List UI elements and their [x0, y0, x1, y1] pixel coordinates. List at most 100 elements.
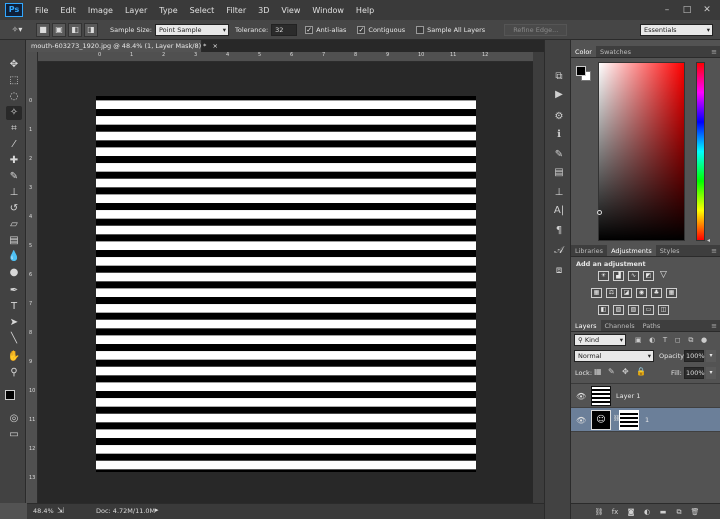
color-foreground-swatch[interactable] [576, 66, 586, 76]
layer-row-layer1[interactable]: 👁 Layer 1 [571, 384, 720, 408]
color-balance-icon[interactable]: ⚖ [606, 288, 617, 298]
dodge-tool-icon[interactable]: ● [6, 266, 22, 280]
close-button[interactable]: ✕ [698, 3, 716, 17]
layer-comps-icon[interactable]: ⧈ [551, 264, 567, 278]
magic-wand-tool-icon[interactable]: ✧ [6, 106, 22, 120]
tab-styles[interactable]: Styles [656, 245, 684, 256]
channel-mixer-icon[interactable]: ♣ [651, 288, 662, 298]
new-selection-button[interactable]: ■ [36, 22, 50, 37]
intersect-selection-button[interactable]: ◨ [84, 22, 98, 37]
add-selection-button[interactable]: ▣ [52, 22, 66, 37]
maximize-button[interactable]: □ [678, 3, 696, 17]
menu-type[interactable]: Type [153, 6, 183, 15]
panel-menu-icon[interactable]: ≡ [711, 245, 720, 256]
filter-shape-icon[interactable]: ◻ [675, 334, 681, 346]
menu-file[interactable]: File [29, 6, 54, 15]
clone-stamp-tool-icon[interactable]: ⊥ [6, 186, 22, 200]
history-panel-icon[interactable]: ⧉ [551, 70, 567, 84]
lock-all-icon[interactable]: 🔒 [636, 367, 646, 376]
marquee-tool-icon[interactable]: ⬚ [6, 74, 22, 88]
visibility-eye-icon[interactable]: 👁 [576, 392, 586, 401]
filter-adjustment-icon[interactable]: ◐ [649, 334, 655, 346]
menu-edit[interactable]: Edit [54, 6, 82, 15]
tab-layers[interactable]: Layers [571, 320, 601, 331]
contiguous-checkbox[interactable]: ✓ [357, 25, 366, 34]
lasso-tool-icon[interactable]: ◌ [6, 90, 22, 104]
hand-tool-icon[interactable]: ✋ [6, 350, 22, 364]
posterize-icon[interactable]: ▨ [613, 305, 624, 315]
menu-filter[interactable]: Filter [220, 6, 252, 15]
vertical-scrollbar[interactable] [533, 52, 544, 503]
status-menu-icon[interactable]: ▸ [155, 506, 159, 514]
brush-panel-icon[interactable]: ▤ [551, 166, 567, 180]
foreground-color-swatch[interactable] [5, 390, 15, 400]
color-spectrum[interactable] [597, 62, 685, 241]
actions-panel-icon[interactable]: ▶ [551, 88, 567, 102]
layer-filter-select[interactable]: ⚲ Kind ▾ [574, 334, 626, 346]
menu-image[interactable]: Image [82, 6, 119, 15]
filter-type-icon[interactable]: T [663, 334, 667, 346]
minimize-button[interactable]: – [658, 3, 676, 17]
opacity-dropdown-icon[interactable]: ▾ [706, 350, 716, 362]
trash-icon[interactable]: 🗑 [689, 507, 701, 517]
lock-pixels-icon[interactable]: ✎ [608, 367, 615, 376]
tab-libraries[interactable]: Libraries [571, 245, 607, 256]
filter-smart-object-icon[interactable]: ⧉ [688, 334, 693, 346]
menu-layer[interactable]: Layer [119, 6, 153, 15]
gradient-map-icon[interactable]: ▭ [643, 305, 654, 315]
blur-tool-icon[interactable]: 💧 [6, 250, 22, 264]
gradient-tool-icon[interactable]: ▤ [6, 234, 22, 248]
screen-mode-icon[interactable]: ▭ [6, 428, 22, 442]
type-tool-icon[interactable]: T [6, 300, 22, 314]
document-tab[interactable]: mouth-603273_1920.jpg @ 48.4% (1, Layer … [27, 40, 218, 52]
layer-name[interactable]: 1 [645, 416, 649, 424]
character-panel-icon[interactable]: A| [551, 204, 567, 218]
sample-size-select[interactable]: Point Sample ▾ [154, 23, 229, 36]
shape-tool-icon[interactable]: ╲ [6, 332, 22, 346]
tab-paths[interactable]: Paths [639, 320, 665, 331]
tab-channels[interactable]: Channels [601, 320, 639, 331]
tab-adjustments[interactable]: Adjustments [607, 245, 656, 256]
layer-name[interactable]: Layer 1 [616, 392, 640, 400]
tab-swatches[interactable]: Swatches [596, 46, 635, 57]
pen-tool-icon[interactable]: ✒ [6, 284, 22, 298]
paragraph-panel-icon[interactable]: ¶ [551, 224, 567, 238]
image-canvas[interactable] [96, 96, 476, 472]
exposure-icon[interactable]: ◩ [643, 271, 654, 281]
zoom-tool-icon[interactable]: ⚲ [6, 366, 22, 380]
quick-mask-icon[interactable]: ◎ [6, 412, 22, 426]
export-icon[interactable]: ⇲ [57, 506, 64, 515]
levels-icon[interactable]: ▟ [613, 271, 624, 281]
refine-edge-button[interactable]: Refine Edge... [504, 23, 568, 36]
menu-3d[interactable]: 3D [252, 6, 275, 15]
crop-tool-icon[interactable]: ⌗ [6, 122, 22, 136]
healing-brush-tool-icon[interactable]: ✚ [6, 154, 22, 168]
menu-view[interactable]: View [275, 6, 306, 15]
opacity-input[interactable]: 100% [684, 350, 705, 362]
layer-row-1-selected[interactable]: 👁 ☺ ⛓ 1 [571, 408, 720, 432]
blend-mode-select[interactable]: Normal ▾ [574, 350, 654, 362]
subtract-selection-button[interactable]: ◧ [68, 22, 82, 37]
menu-help[interactable]: Help [350, 6, 380, 15]
eraser-tool-icon[interactable]: ▱ [6, 218, 22, 232]
photo-filter-icon[interactable]: ◉ [636, 288, 647, 298]
vertical-ruler[interactable]: 0 1 2 3 4 5 6 7 8 9 10 11 12 13 [27, 52, 38, 503]
filter-toggle-icon[interactable]: ● [701, 334, 707, 346]
adjustment-layer-icon[interactable]: ◐ [641, 507, 653, 517]
black-white-icon[interactable]: ◪ [621, 288, 632, 298]
hue-slider-handle-icon[interactable]: ◂ [707, 237, 710, 244]
properties-panel-icon[interactable]: ⚙ [551, 110, 567, 124]
history-brush-tool-icon[interactable]: ↺ [6, 202, 22, 216]
glyphs-panel-icon[interactable]: 𝒜 [551, 244, 567, 258]
fill-input[interactable]: 100% [684, 367, 705, 379]
lock-transparent-icon[interactable]: ▦ [594, 367, 602, 376]
close-tab-icon[interactable]: × [213, 42, 218, 50]
menu-select[interactable]: Select [184, 6, 221, 15]
layer-mask-thumbnail[interactable] [619, 410, 639, 430]
new-layer-icon[interactable]: ⧉ [673, 507, 685, 517]
path-selection-tool-icon[interactable]: ➤ [6, 316, 22, 330]
brush-presets-icon[interactable]: ✎ [551, 148, 567, 162]
hue-saturation-icon[interactable]: ▦ [591, 288, 602, 298]
tolerance-input[interactable]: 32 [271, 23, 298, 36]
threshold-icon[interactable]: ▧ [628, 305, 639, 315]
